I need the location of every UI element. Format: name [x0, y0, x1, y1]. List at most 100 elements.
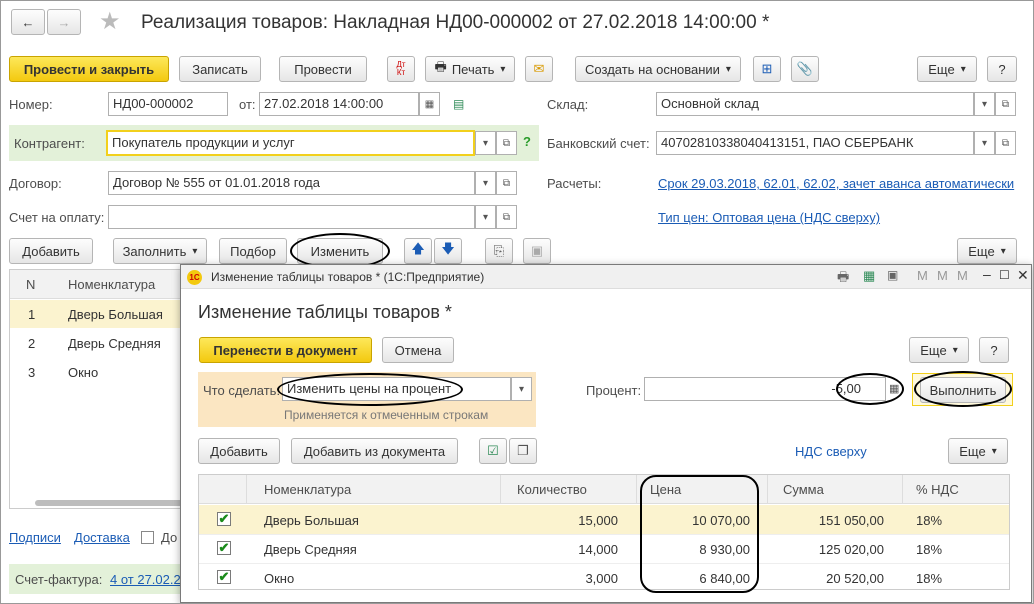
dialog-table-more-button[interactable]: Еще: [948, 438, 1008, 464]
chevron-down-icon[interactable]: ▾: [475, 205, 496, 229]
row-checkbox[interactable]: ✔: [217, 512, 231, 526]
number-label: Номер:: [9, 97, 53, 112]
fill-button[interactable]: Заполнить: [113, 238, 207, 264]
check-all-icon[interactable]: ☑: [479, 438, 507, 464]
star-icon[interactable]: ★: [99, 7, 121, 36]
copy-icon[interactable]: ⎘: [485, 238, 513, 264]
open-icon[interactable]: ⧉: [496, 171, 517, 195]
status-doc-icon[interactable]: ▤: [453, 97, 464, 111]
action-select[interactable]: Изменить цены на процент: [282, 377, 511, 401]
footer-checkbox[interactable]: [141, 531, 154, 544]
row-qty: 3,000: [585, 571, 618, 586]
change-table-dialog: 1С Изменение таблицы товаров * (1С:Предп…: [180, 264, 1032, 603]
dialog-heading: Изменение таблицы товаров *: [198, 302, 452, 322]
col-vat-header: % НДС: [916, 482, 959, 497]
bank-account-field[interactable]: 40702810338040413151, ПАО СБЕРБАНК: [656, 131, 974, 155]
horizontal-scrollbar[interactable]: [35, 500, 185, 506]
open-icon[interactable]: ⧉: [995, 131, 1016, 155]
chevron-down-icon[interactable]: ▾: [475, 171, 496, 195]
arrow-up-icon[interactable]: 🡅: [404, 238, 432, 264]
dialog-add-button[interactable]: Добавить: [198, 438, 280, 464]
email-icon[interactable]: ✉: [525, 56, 553, 82]
invoice-footer-link[interactable]: 4 от 27.02.2: [110, 572, 181, 587]
maximize-icon[interactable]: ☐: [999, 268, 1010, 282]
more-button[interactable]: Еще: [917, 56, 977, 82]
uncheck-all-icon[interactable]: ❐: [509, 438, 537, 464]
structure-icon[interactable]: ⊞: [753, 56, 781, 82]
attachment-icon[interactable]: 📎: [791, 56, 819, 82]
row-number: 2: [28, 336, 36, 351]
row-checkbox[interactable]: ✔: [217, 570, 231, 584]
chevron-down-icon[interactable]: ▾: [974, 92, 995, 116]
counterparty-field[interactable]: Покупатель продукции и услуг: [106, 130, 475, 156]
row-number: 1: [28, 307, 36, 322]
contract-label: Договор:: [9, 176, 62, 191]
add-row-button[interactable]: Добавить: [9, 238, 93, 264]
spreadsheet-icon[interactable]: ▦: [863, 268, 875, 284]
date-field[interactable]: 27.02.2018 14:00:00: [259, 92, 419, 116]
invoice-footer-label: Счет-фактура:: [15, 572, 103, 587]
row-checkbox[interactable]: ✔: [217, 541, 231, 555]
dt-kt-icon[interactable]: Дт Кт: [387, 56, 415, 82]
open-icon[interactable]: ⧉: [496, 131, 517, 155]
percent-field[interactable]: -5,00: [644, 377, 886, 401]
execute-button[interactable]: Выполнить: [920, 377, 1006, 403]
help-button[interactable]: ?: [987, 56, 1017, 82]
chevron-down-icon[interactable]: ▾: [475, 131, 496, 155]
col-divider: [636, 475, 637, 504]
settlements-link[interactable]: Срок 29.03.2018, 62.01, 62.02, зачет ава…: [658, 176, 1014, 191]
signatures-link[interactable]: Подписи: [9, 530, 61, 545]
col-qty-header: Количество: [517, 482, 587, 497]
memory-m-plus-icon[interactable]: M: [937, 268, 948, 283]
cancel-button[interactable]: Отмена: [382, 337, 454, 363]
number-field[interactable]: НД00-000002: [108, 92, 228, 116]
add-from-document-button[interactable]: Добавить из документа: [291, 438, 458, 464]
row-vat: 18%: [916, 513, 943, 528]
open-icon[interactable]: ⧉: [496, 205, 517, 229]
calculator-icon[interactable]: ▦: [889, 382, 899, 395]
delivery-link[interactable]: Доставка: [74, 530, 130, 545]
post-and-close-button[interactable]: Провести и закрыть: [9, 56, 169, 82]
col-divider: [767, 475, 768, 504]
open-icon[interactable]: ⧉: [995, 92, 1016, 116]
memory-m-minus-icon[interactable]: M: [957, 268, 968, 283]
calendar-icon[interactable]: ▣: [887, 268, 898, 282]
row-vat: 18%: [916, 571, 943, 586]
write-button[interactable]: Записать: [179, 56, 261, 82]
invoice-field[interactable]: [108, 205, 475, 229]
change-button[interactable]: Изменить: [297, 238, 383, 264]
question-icon[interactable]: ?: [523, 134, 531, 149]
footer-checkbox-label: До: [161, 530, 178, 545]
arrow-down-icon[interactable]: 🡇: [434, 238, 462, 264]
transfer-to-document-button[interactable]: Перенести в документ: [199, 337, 372, 363]
col-sum-header: Сумма: [783, 482, 824, 497]
table-more-button[interactable]: Еще: [957, 238, 1017, 264]
contract-field[interactable]: Договор № 555 от 01.01.2018 года: [108, 171, 475, 195]
date-label: от:: [239, 97, 256, 112]
calendar-icon[interactable]: ▦: [419, 92, 440, 116]
vat-on-top-link[interactable]: НДС сверху: [795, 444, 867, 459]
memory-m-icon[interactable]: M: [917, 268, 928, 283]
price-type-link[interactable]: Тип цен: Оптовая цена (НДС сверху): [658, 210, 880, 225]
select-button[interactable]: Подбор: [219, 238, 287, 264]
row-divider: [199, 534, 1009, 535]
chevron-down-icon[interactable]: ▾: [511, 377, 532, 401]
warehouse-field[interactable]: Основной склад: [656, 92, 974, 116]
print-icon[interactable]: 🖶: [837, 268, 849, 290]
close-icon[interactable]: ✕: [1017, 267, 1029, 284]
forward-button[interactable]: →: [47, 9, 81, 35]
chevron-down-icon[interactable]: ▾: [974, 131, 995, 155]
dialog-help-button[interactable]: ?: [979, 337, 1009, 363]
minimize-icon[interactable]: –: [983, 266, 991, 282]
post-button[interactable]: Провести: [279, 56, 367, 82]
row-item: Дверь Большая: [68, 307, 163, 322]
print-button[interactable]: 🖶 Печать ▾: [425, 56, 515, 82]
col-item-header: Номенклатура: [68, 277, 156, 292]
dialog-more-button[interactable]: Еще: [909, 337, 969, 363]
arrow-right-icon: →: [57, 14, 71, 30]
create-based-on-button[interactable]: Создать на основании: [575, 56, 741, 82]
back-button[interactable]: ←: [11, 9, 45, 35]
invoice-label: Счет на оплату:: [9, 210, 105, 225]
paste-icon[interactable]: ▣: [523, 238, 551, 264]
row-sum: 20 520,00: [826, 571, 884, 586]
